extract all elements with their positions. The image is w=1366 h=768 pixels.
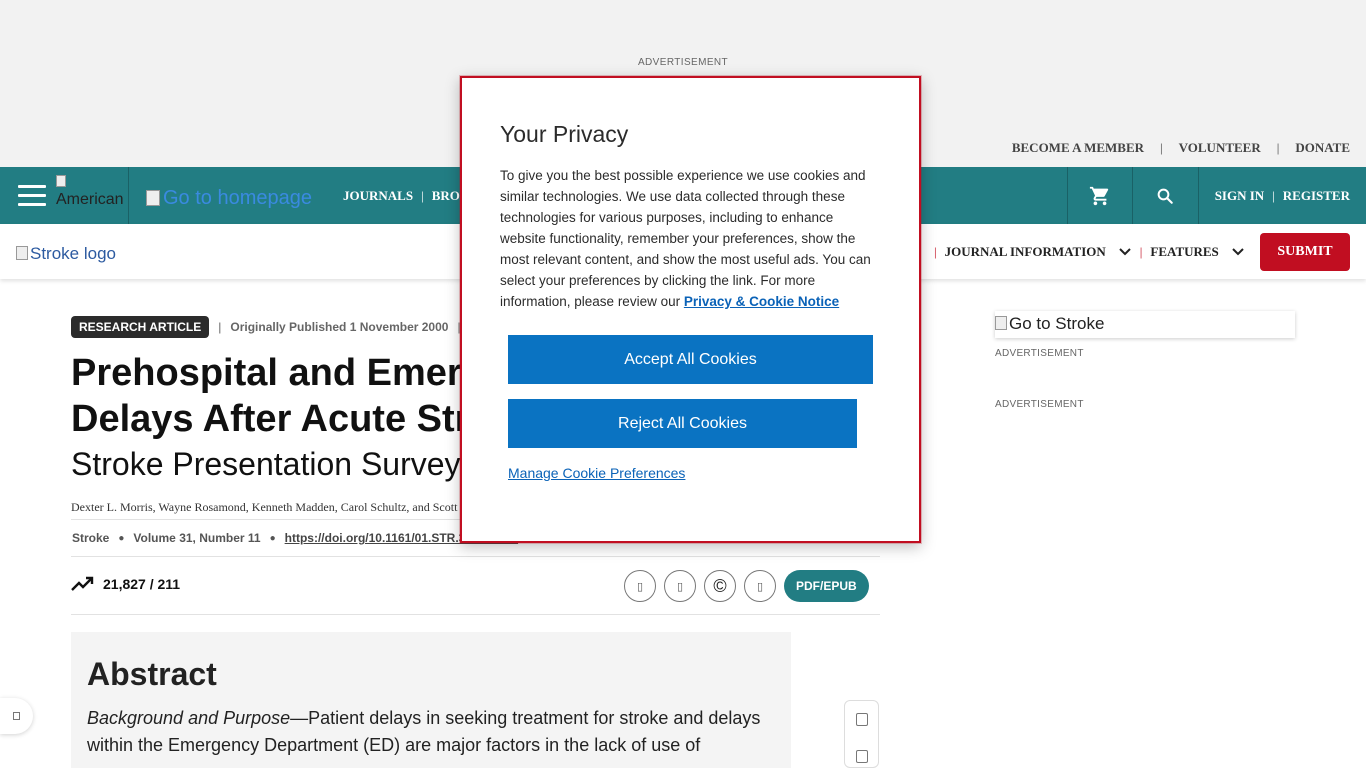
abstract-heading: Abstract bbox=[87, 656, 217, 692]
account-links: SIGN IN | REGISTER bbox=[1197, 167, 1366, 224]
privacy-body: To give you the best possible experience… bbox=[500, 165, 880, 312]
divider bbox=[71, 556, 880, 557]
cite-icon: ▯ bbox=[676, 580, 684, 593]
separator: | bbox=[1160, 140, 1163, 155]
ad-label: ADVERTISEMENT bbox=[995, 348, 1084, 359]
article-type-badge: RESEARCH ARTICLE bbox=[71, 316, 210, 338]
features-menu[interactable]: FEATURES bbox=[1150, 244, 1218, 260]
homepage-link[interactable]: Go to homepage bbox=[146, 187, 312, 210]
divider bbox=[71, 614, 880, 615]
abstract-section: Abstract Background and Purpose—Patient … bbox=[71, 632, 791, 768]
reject-all-cookies-button[interactable]: Reject All Cookies bbox=[508, 399, 857, 448]
metrics-count: 21,827 / 211 bbox=[103, 576, 181, 592]
article-meta: RESEARCH ARTICLE | Originally Published … bbox=[71, 316, 470, 338]
article-tools: ▯ ▯ © ▯ PDF/EPUB bbox=[624, 570, 869, 602]
abstract-text: Background and Purpose—Patient delays in… bbox=[87, 705, 775, 759]
separator: | bbox=[1272, 187, 1275, 203]
article-subtitle: Stroke Presentation Survey bbox=[71, 446, 461, 482]
journal-name[interactable]: Stroke bbox=[72, 531, 109, 545]
manage-cookie-preferences-link[interactable]: Manage Cookie Preferences bbox=[508, 465, 685, 481]
go-to-stroke-link[interactable]: Go to Stroke bbox=[995, 311, 1295, 338]
ad-label: ADVERTISEMENT bbox=[995, 399, 1084, 410]
broken-image-icon bbox=[16, 246, 28, 260]
broken-image-icon bbox=[995, 316, 1007, 330]
citation-line: Stroke ● Volume 31, Number 11 ● https://… bbox=[72, 531, 518, 545]
separator: | bbox=[934, 244, 937, 259]
accessibility-icon bbox=[13, 712, 20, 720]
abstract-lead: Background and Purpose bbox=[87, 708, 291, 728]
journal-information-menu[interactable]: JOURNAL INFORMATION bbox=[945, 244, 1106, 260]
copyright-icon: © bbox=[713, 575, 727, 596]
chevron-down-icon[interactable] bbox=[1231, 245, 1245, 259]
broken-image-icon bbox=[56, 175, 66, 187]
floating-side-tools bbox=[844, 700, 879, 768]
volunteer-link[interactable]: VOLUNTEER bbox=[1179, 140, 1261, 156]
separator: | bbox=[1139, 244, 1143, 259]
search-icon bbox=[1157, 188, 1173, 204]
journal-nav: | JOURNAL INFORMATION | FEATURES bbox=[926, 244, 1245, 260]
nav-right: SIGN IN | REGISTER bbox=[1066, 167, 1366, 224]
accessibility-button[interactable] bbox=[0, 698, 33, 734]
separator: | bbox=[421, 188, 424, 203]
separator: | bbox=[218, 320, 222, 334]
nav-journals[interactable]: JOURNALS bbox=[343, 188, 413, 203]
published-date: Originally Published 1 November 2000 bbox=[230, 320, 449, 334]
share-icon: ▯ bbox=[636, 580, 644, 593]
utility-links: BECOME A MEMBER | VOLUNTEER | DONATE bbox=[1012, 140, 1350, 156]
register-link[interactable]: REGISTER bbox=[1283, 188, 1350, 204]
homepage-link-alt: Go to homepage bbox=[163, 187, 312, 209]
hamburger-menu-icon[interactable] bbox=[18, 185, 46, 206]
privacy-notice-link[interactable]: Privacy & Cookie Notice bbox=[684, 294, 839, 309]
separator: | bbox=[1276, 140, 1280, 155]
submit-button[interactable]: SUBMIT bbox=[1260, 233, 1350, 271]
volume-issue[interactable]: Volume 31, Number 11 bbox=[133, 531, 260, 545]
share-button[interactable]: ▯ bbox=[624, 570, 656, 602]
stroke-logo[interactable]: Stroke logo bbox=[16, 244, 116, 264]
permissions-button[interactable]: © bbox=[704, 570, 736, 602]
aha-logo[interactable]: American bbox=[56, 175, 128, 215]
pdf-epub-button[interactable]: PDF/EPUB bbox=[784, 570, 869, 602]
bullet: ● bbox=[269, 532, 276, 544]
privacy-body-text: To give you the best possible experience… bbox=[500, 168, 871, 309]
search-button[interactable] bbox=[1131, 167, 1198, 224]
bookmark-button[interactable]: ▯ bbox=[744, 570, 776, 602]
trending-up-icon bbox=[71, 576, 94, 591]
chevron-down-icon[interactable] bbox=[1118, 245, 1132, 259]
bullet: ● bbox=[118, 532, 125, 544]
author-list[interactable]: Dexter L. Morris, Wayne Rosamond, Kennet… bbox=[71, 500, 506, 515]
accept-all-cookies-button[interactable]: Accept All Cookies bbox=[508, 335, 873, 384]
privacy-title: Your Privacy bbox=[500, 121, 629, 147]
go-to-stroke-alt: Go to Stroke bbox=[1009, 314, 1105, 333]
bookmark-icon: ▯ bbox=[756, 580, 764, 593]
donate-link[interactable]: DONATE bbox=[1295, 140, 1350, 156]
sign-in-link[interactable]: SIGN IN bbox=[1215, 188, 1265, 204]
divider bbox=[128, 167, 129, 224]
privacy-modal: Your Privacy To give you the best possib… bbox=[460, 76, 921, 543]
article-metrics[interactable]: 21,827 / 211 bbox=[71, 576, 180, 592]
cart-icon bbox=[1089, 186, 1108, 205]
broken-image-icon bbox=[146, 190, 160, 206]
aha-logo-alt: American bbox=[56, 190, 124, 208]
tool-icon[interactable] bbox=[855, 713, 868, 726]
ad-label: ADVERTISEMENT bbox=[637, 57, 729, 68]
become-member-link[interactable]: BECOME A MEMBER bbox=[1012, 140, 1144, 156]
tool-icon[interactable] bbox=[855, 750, 868, 763]
stroke-logo-alt: Stroke logo bbox=[30, 244, 116, 263]
cite-button[interactable]: ▯ bbox=[664, 570, 696, 602]
cart-button[interactable] bbox=[1066, 167, 1132, 224]
